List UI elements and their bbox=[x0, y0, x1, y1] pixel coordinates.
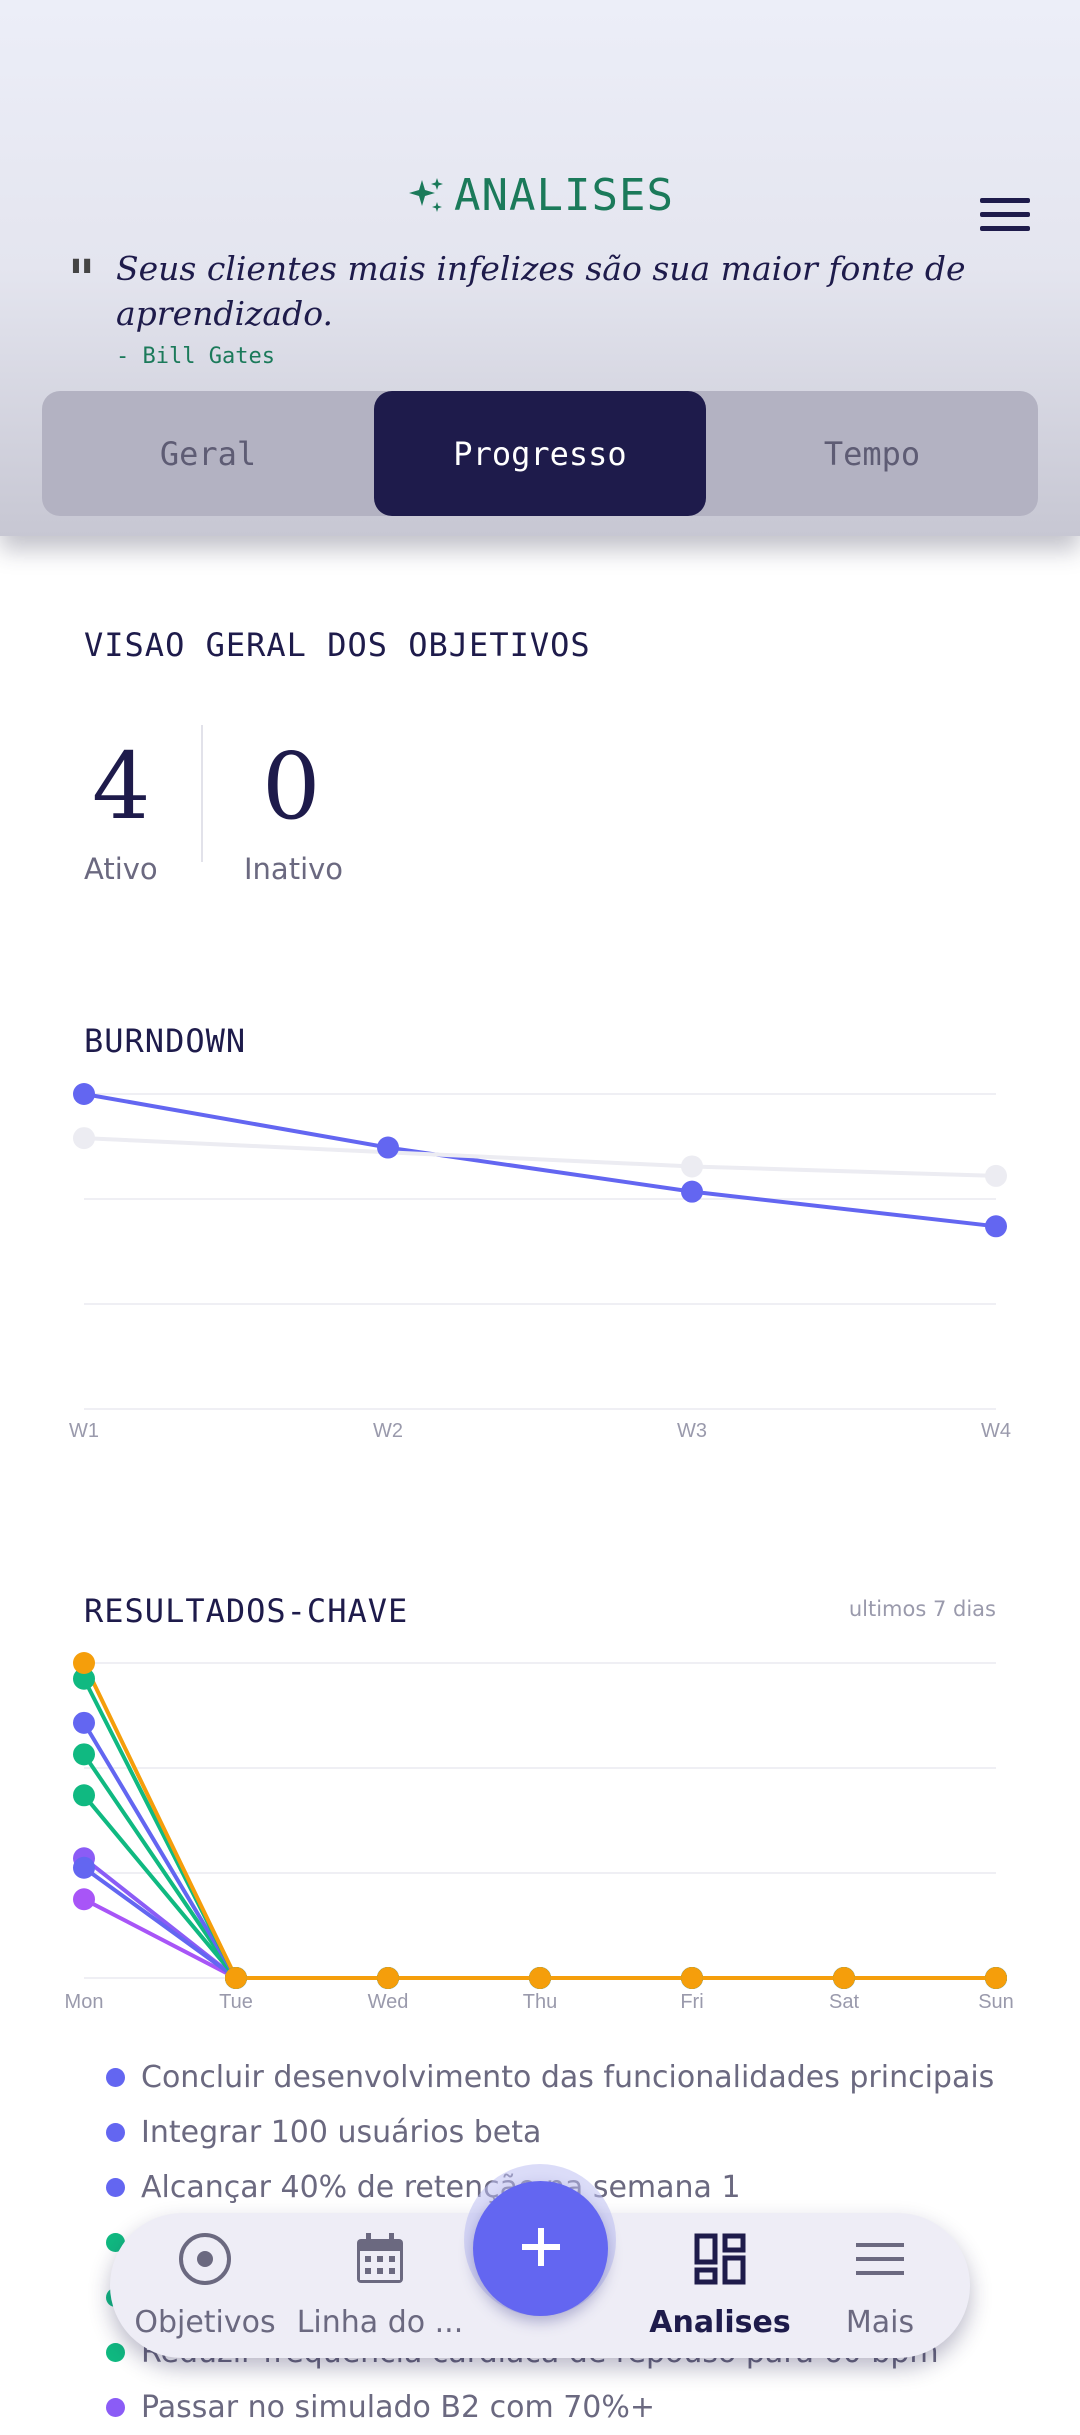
legend-label: Concluir desenvolvimento das funcionalid… bbox=[141, 2060, 995, 2095]
tab-tempo[interactable]: Tempo bbox=[706, 391, 1038, 516]
nav-mais[interactable]: Mais bbox=[800, 2213, 960, 2358]
burndown-heading: BURNDOWN bbox=[84, 1022, 247, 1060]
burndown-point bbox=[73, 1083, 95, 1105]
kr-point bbox=[73, 1652, 95, 1674]
page-title: ANALISES bbox=[0, 170, 1080, 227]
kr-point bbox=[73, 1743, 95, 1766]
kr-x-tick-label: Tue bbox=[219, 1991, 253, 2013]
kr-series-line-5 bbox=[82, 1721, 996, 1980]
inactive-count: 0 bbox=[262, 733, 321, 840]
legend-label: Alcançar 40% de retenção na semana 1 bbox=[141, 2170, 741, 2205]
legend-label: Passar no simulado B2 com 70%+ bbox=[141, 2390, 656, 2425]
active-label: Ativo bbox=[84, 852, 158, 886]
calendar-icon bbox=[350, 2229, 410, 2293]
kr-point bbox=[225, 1967, 247, 1989]
stat-divider bbox=[201, 725, 203, 862]
kr-point bbox=[73, 1856, 95, 1879]
burndown-x-tick-label: W4 bbox=[981, 1420, 1011, 1442]
kr-point bbox=[377, 1967, 399, 1989]
kr-point bbox=[833, 1967, 855, 1989]
legend-item: Concluir desenvolvimento das funcionalid… bbox=[106, 2050, 994, 2105]
quote-text: Seus clientes mais infelizes são sua mai… bbox=[116, 249, 966, 333]
app-header: ANALISES " Seus clientes mais infelizes … bbox=[0, 0, 1080, 536]
legend-dot bbox=[106, 2068, 125, 2087]
burndown-point bbox=[681, 1180, 703, 1203]
burndown-point bbox=[985, 1215, 1007, 1238]
target-icon bbox=[175, 2229, 235, 2293]
nav-label-objetivos: Objetivos bbox=[134, 2305, 276, 2340]
key-results-chart: Mon Tue Wed Thu Fri Sat Sun bbox=[65, 1652, 1014, 2013]
kr-point bbox=[73, 1888, 95, 1911]
analytics-tabs: Geral Progresso Tempo bbox=[42, 391, 1038, 516]
burndown-chart: W1 W2 W3 W4 bbox=[69, 1083, 1011, 1442]
legend-item: Integrar 100 usuários beta bbox=[106, 2105, 994, 2160]
active-count: 4 bbox=[92, 733, 151, 840]
plus-icon bbox=[516, 2222, 566, 2276]
kr-x-tick-label: Sat bbox=[829, 1991, 859, 2013]
tab-geral[interactable]: Geral bbox=[42, 391, 374, 516]
nav-label-linha: Linha do ... bbox=[296, 2305, 464, 2340]
quote-icon: " bbox=[68, 249, 96, 310]
key-results-heading: RESULTADOS-CHAVE bbox=[84, 1592, 409, 1630]
nav-label-analises: Analises bbox=[649, 2305, 791, 2340]
burndown-point bbox=[377, 1136, 399, 1159]
kr-x-tick-label: Sun bbox=[978, 1991, 1014, 2013]
kr-point bbox=[529, 1967, 551, 1989]
kr-point bbox=[73, 1711, 95, 1734]
kr-x-tick-label: Fri bbox=[680, 1991, 703, 2013]
tab-progresso[interactable]: Progresso bbox=[374, 391, 706, 516]
kr-x-tick-label: Wed bbox=[368, 1991, 409, 2013]
kr-x-tick-label: Mon bbox=[65, 1991, 104, 2013]
kr-point bbox=[681, 1967, 703, 1989]
burndown-x-tick-label: W2 bbox=[373, 1420, 403, 1442]
kr-point bbox=[985, 1967, 1007, 1989]
legend-dot bbox=[106, 2178, 125, 2197]
menu-icon bbox=[850, 2229, 910, 2293]
kr-point bbox=[73, 1784, 95, 1807]
hamburger-menu-icon[interactable] bbox=[980, 198, 1030, 234]
kr-series-line-6 bbox=[82, 1677, 996, 1980]
burndown-point bbox=[985, 1164, 1007, 1187]
nav-analises[interactable]: Analises bbox=[630, 2213, 810, 2358]
burndown-x-tick-label: W1 bbox=[69, 1420, 99, 1442]
legend-dot bbox=[106, 2398, 125, 2417]
dashboard-icon bbox=[690, 2229, 750, 2293]
page-title-text: ANALISES bbox=[454, 170, 674, 221]
legend-dot bbox=[106, 2123, 125, 2142]
nav-linha-do-tempo[interactable]: Linha do ... bbox=[280, 2213, 480, 2358]
overview-heading: VISAO GERAL DOS OBJETIVOS bbox=[84, 626, 591, 664]
burndown-point bbox=[681, 1155, 703, 1178]
nav-label-mais: Mais bbox=[845, 2305, 915, 2340]
nav-objetivos[interactable]: Objetivos bbox=[110, 2213, 300, 2358]
inactive-label: Inativo bbox=[244, 852, 344, 886]
burndown-x-tick-label: W3 bbox=[677, 1420, 707, 1442]
kr-series-line-7 bbox=[82, 1662, 996, 1980]
sparkle-icon bbox=[406, 176, 446, 227]
burndown-point bbox=[73, 1127, 95, 1150]
legend-label: Integrar 100 usuários beta bbox=[141, 2115, 542, 2150]
add-button[interactable] bbox=[473, 2181, 608, 2316]
quote-author: - Bill Gates bbox=[116, 344, 275, 369]
range-label: ultimos 7 dias bbox=[848, 1597, 996, 1621]
kr-x-tick-label: Thu bbox=[523, 1991, 557, 2013]
legend-item: Passar no simulado B2 com 70%+ bbox=[106, 2380, 994, 2435]
